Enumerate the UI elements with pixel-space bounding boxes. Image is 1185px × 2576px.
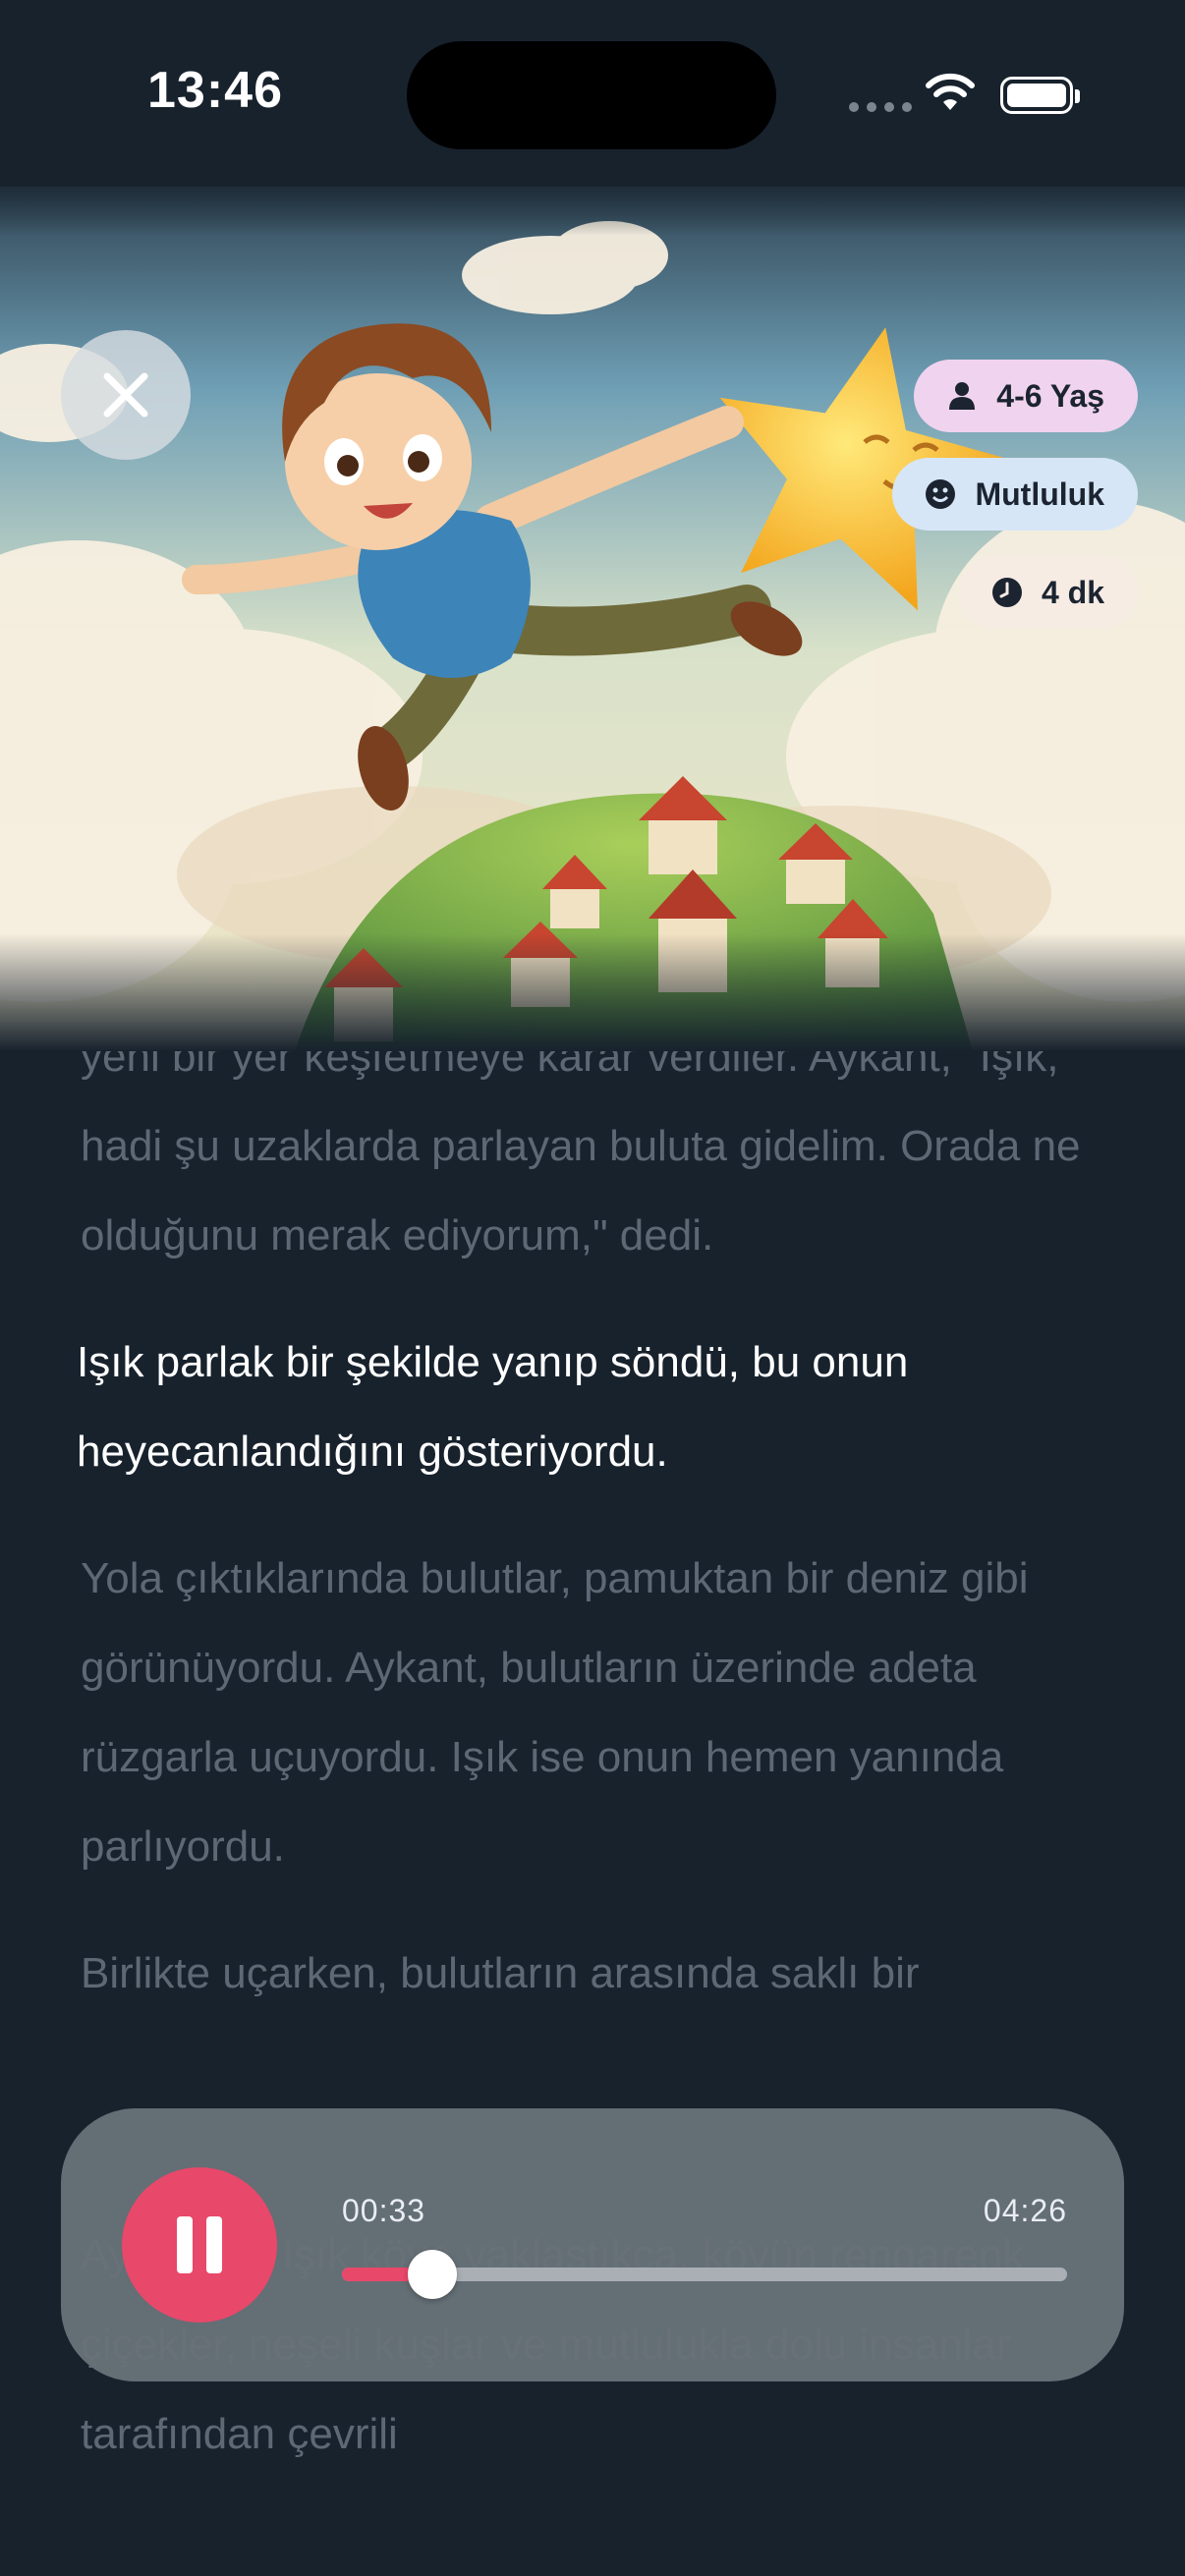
battery-icon [1000,77,1080,114]
duration-tag: 4 dk [958,556,1138,629]
status-bar: 13:46 [0,0,1185,187]
person-icon [945,379,979,413]
dynamic-island [407,41,776,149]
story-paragraph: yeni bir yer keşfetmeye karar verdiler. … [81,1033,1081,1260]
smile-icon [924,477,957,511]
mood-tag: Mutluluk [892,458,1138,531]
story-paragraph: Birlikte uçarken, bulutların arasında sa… [81,1949,920,1997]
age-tag-label: 4-6 Yaş [996,377,1104,414]
current-time: 00:33 [342,2193,426,2228]
progress-thumb[interactable] [407,2250,457,2299]
audio-player: 00:33 04:26 [61,2108,1124,2381]
age-tag: 4-6 Yaş [914,360,1138,432]
close-button[interactable] [61,330,191,460]
cellular-signal-icon [849,102,912,112]
story-tags: 4-6 Yaş Mutluluk 4 dk [892,360,1138,629]
close-icon [103,372,148,418]
story-paragraph-current: Işık parlak bir şekilde yanıp söndü, bu … [77,1338,909,1476]
total-time: 04:26 [983,2193,1067,2228]
wifi-icon [926,73,975,110]
duration-tag-label: 4 dk [1041,574,1104,610]
story-paragraph: Yola çıktıklarında bulutlar, pamuktan bi… [81,1554,1029,1871]
status-time: 13:46 [147,62,283,119]
progress-slider[interactable] [342,2250,1067,2299]
mood-tag-label: Mutluluk [975,476,1104,512]
pause-icon [177,2216,222,2273]
pause-button[interactable] [122,2167,277,2323]
clock-icon [990,576,1024,609]
